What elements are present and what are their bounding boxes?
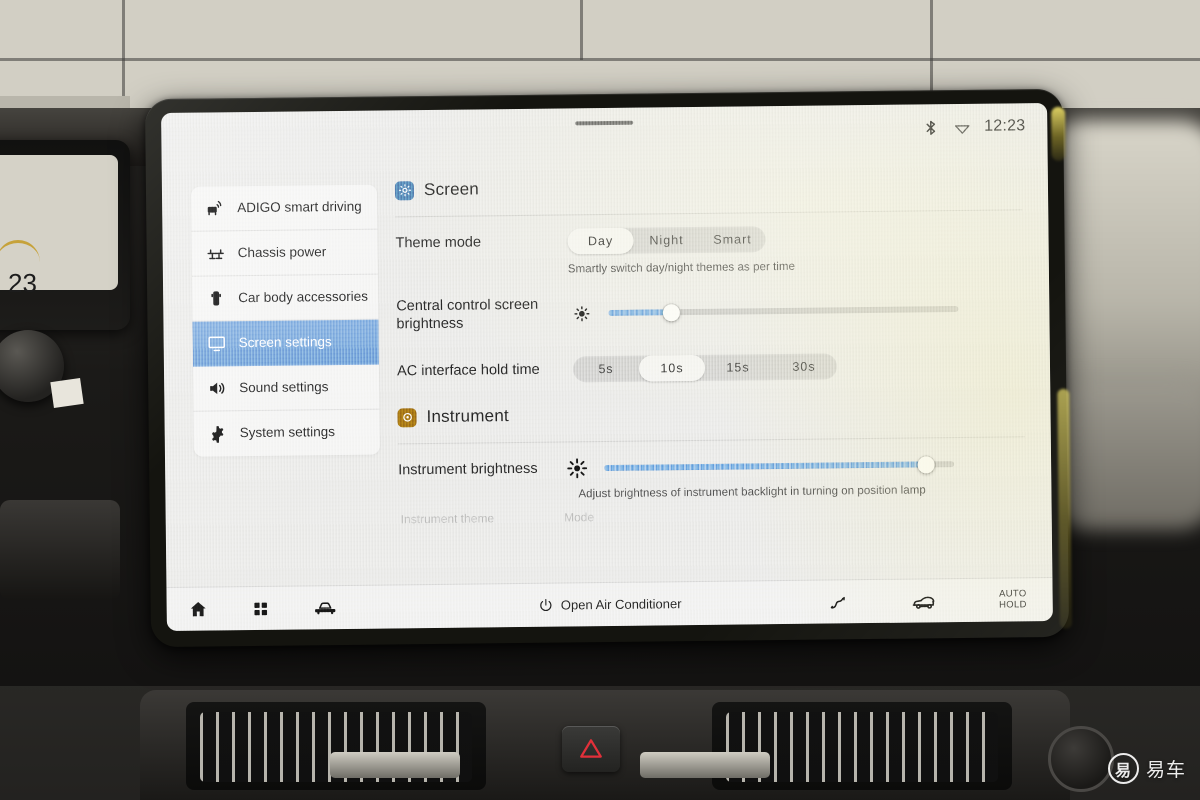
settings-sidebar: ADIGO smart driving Chassis power Car bo… — [190, 184, 380, 457]
sidebar-item-system-settings[interactable]: System settings — [193, 410, 379, 457]
auto-hold-line2: HOLD — [999, 598, 1027, 611]
gear-icon — [207, 423, 229, 445]
instrument-brightness-slider[interactable] — [604, 455, 955, 476]
monitor-icon — [206, 332, 228, 354]
slider-knob[interactable] — [662, 303, 680, 321]
car-trunk-icon[interactable] — [911, 588, 937, 614]
auto-hold-line1: AUTO — [999, 588, 1027, 600]
bg-wall-line-h — [0, 58, 1200, 61]
right-rotary-knob[interactable] — [1048, 726, 1114, 792]
section-header-screen: Screen — [394, 173, 1022, 200]
theme-option-night[interactable]: Night — [633, 227, 699, 254]
open-air-conditioner-label: Open Air Conditioner — [560, 596, 682, 613]
cluster-readout: 23 — [8, 268, 37, 298]
hazard-light-button[interactable] — [562, 726, 620, 772]
slider-knob[interactable] — [917, 455, 935, 473]
ac-hold-time-label: AC interface hold time — [396, 361, 540, 380]
dock-right-group: AUTO HOLD — [828, 587, 1027, 615]
clipped-text: Instrument theme — [400, 511, 495, 527]
ac-hold-option-10s[interactable]: 10s — [638, 354, 706, 382]
section-header-instrument: Instrument — [397, 400, 1024, 427]
clipped-next-row: Instrument theme Mode — [399, 505, 1026, 526]
sun-large-icon — [564, 457, 590, 479]
auto-hold-button[interactable]: AUTO HOLD — [999, 588, 1027, 611]
clipped-text-2: Mode — [563, 510, 595, 525]
section-title: Instrument — [426, 406, 509, 427]
open-air-conditioner-button[interactable]: Open Air Conditioner — [538, 596, 682, 614]
dock-left-group — [189, 596, 337, 621]
ac-hold-time-segmented: 5s 10s 15s 30s — [572, 353, 838, 383]
sidebar-item-adigo-smart-driving[interactable]: ADIGO smart driving — [190, 184, 378, 232]
central-brightness-slider[interactable] — [608, 301, 959, 321]
row-central-brightness: Central control screen brightness — [396, 282, 1024, 341]
sidebar-item-label: Screen settings — [238, 333, 332, 350]
bg-wall-line-v2 — [580, 0, 583, 60]
sidebar-item-chassis-power[interactable]: Chassis power — [191, 229, 378, 277]
pull-down-handle[interactable] — [575, 120, 634, 126]
grid-apps-icon[interactable] — [252, 599, 270, 617]
sidebar-item-label: ADIGO smart driving — [237, 198, 362, 215]
settings-content: Screen Theme mode Day Night Smart Smartl… — [377, 155, 1053, 585]
ac-hold-option-15s[interactable]: 15s — [705, 354, 771, 381]
sidebar-item-car-body-accessories[interactable]: Car body accessories — [191, 274, 379, 322]
infotainment-screen: 12:23 ADIGO smart driving Chassis power … — [161, 102, 1053, 632]
bottom-dock: Open Air Conditioner AUTO HOLD — [166, 576, 1053, 632]
head-unit-tablet: 12:23 ADIGO smart driving Chassis power … — [144, 88, 1072, 648]
watermark-text: 易车 — [1145, 760, 1186, 781]
brightness-icon — [394, 180, 415, 200]
theme-option-day[interactable]: Day — [567, 227, 634, 255]
sidebar-item-sound-settings[interactable]: Sound settings — [192, 364, 380, 412]
slider-fill — [604, 461, 927, 472]
car-door-icon — [205, 287, 227, 309]
sidebar-item-label: Car body accessories — [238, 288, 369, 305]
section-title: Screen — [423, 179, 480, 200]
bluetooth-icon[interactable] — [922, 119, 939, 136]
theme-mode-label: Theme mode — [395, 234, 482, 252]
chassis-icon — [205, 242, 227, 264]
dash-right-lower — [1048, 380, 1200, 530]
gauge-icon — [397, 407, 417, 427]
right-vent-slider[interactable] — [640, 752, 770, 778]
watermark-logo: 易 — [1107, 753, 1139, 784]
sidebar-item-label: Chassis power — [237, 243, 327, 260]
central-brightness-control — [568, 299, 1023, 323]
screen-body: ADIGO smart driving Chassis power Car bo… — [162, 149, 1053, 587]
instrument-brightness-label: Instrument brightness — [398, 460, 538, 479]
photo-backdrop: 23 12:23 ADIGO smart driving Chassis pow… — [0, 0, 1200, 800]
sidebar-item-screen-settings[interactable]: Screen settings — [192, 319, 379, 367]
instrument-brightness-control — [564, 452, 1025, 479]
sun-small-icon — [568, 304, 594, 323]
row-ac-hold-time: AC interface hold time 5s 10s 15s 30s — [397, 338, 1025, 397]
theme-mode-segmented: Day Night Smart — [567, 226, 766, 255]
label-sticker — [50, 378, 84, 408]
sidebar-item-label: System settings — [239, 424, 336, 441]
wifi-icon[interactable] — [953, 118, 970, 135]
central-brightness-label: Central control screen brightness — [396, 296, 539, 333]
seat-adjust-icon[interactable] — [828, 591, 849, 612]
watermark: 易 易车 — [1107, 753, 1186, 784]
power-icon — [538, 597, 554, 613]
speaker-icon — [206, 377, 228, 399]
theme-mode-control: Day Night Smart — [567, 223, 1022, 255]
car-signal-icon — [204, 197, 226, 219]
clock: 12:23 — [984, 117, 1026, 135]
ac-hold-option-5s[interactable]: 5s — [573, 356, 639, 383]
theme-option-smart[interactable]: Smart — [699, 226, 765, 253]
sidebar-item-label: Sound settings — [239, 378, 329, 395]
ac-hold-option-30s[interactable]: 30s — [771, 353, 837, 380]
left-vent-slider[interactable] — [330, 752, 460, 778]
left-vent — [0, 500, 120, 600]
ac-hold-time-control: 5s 10s 15s 30s — [572, 351, 1024, 383]
home-icon[interactable] — [189, 600, 208, 619]
car-front-icon[interactable] — [314, 596, 337, 619]
